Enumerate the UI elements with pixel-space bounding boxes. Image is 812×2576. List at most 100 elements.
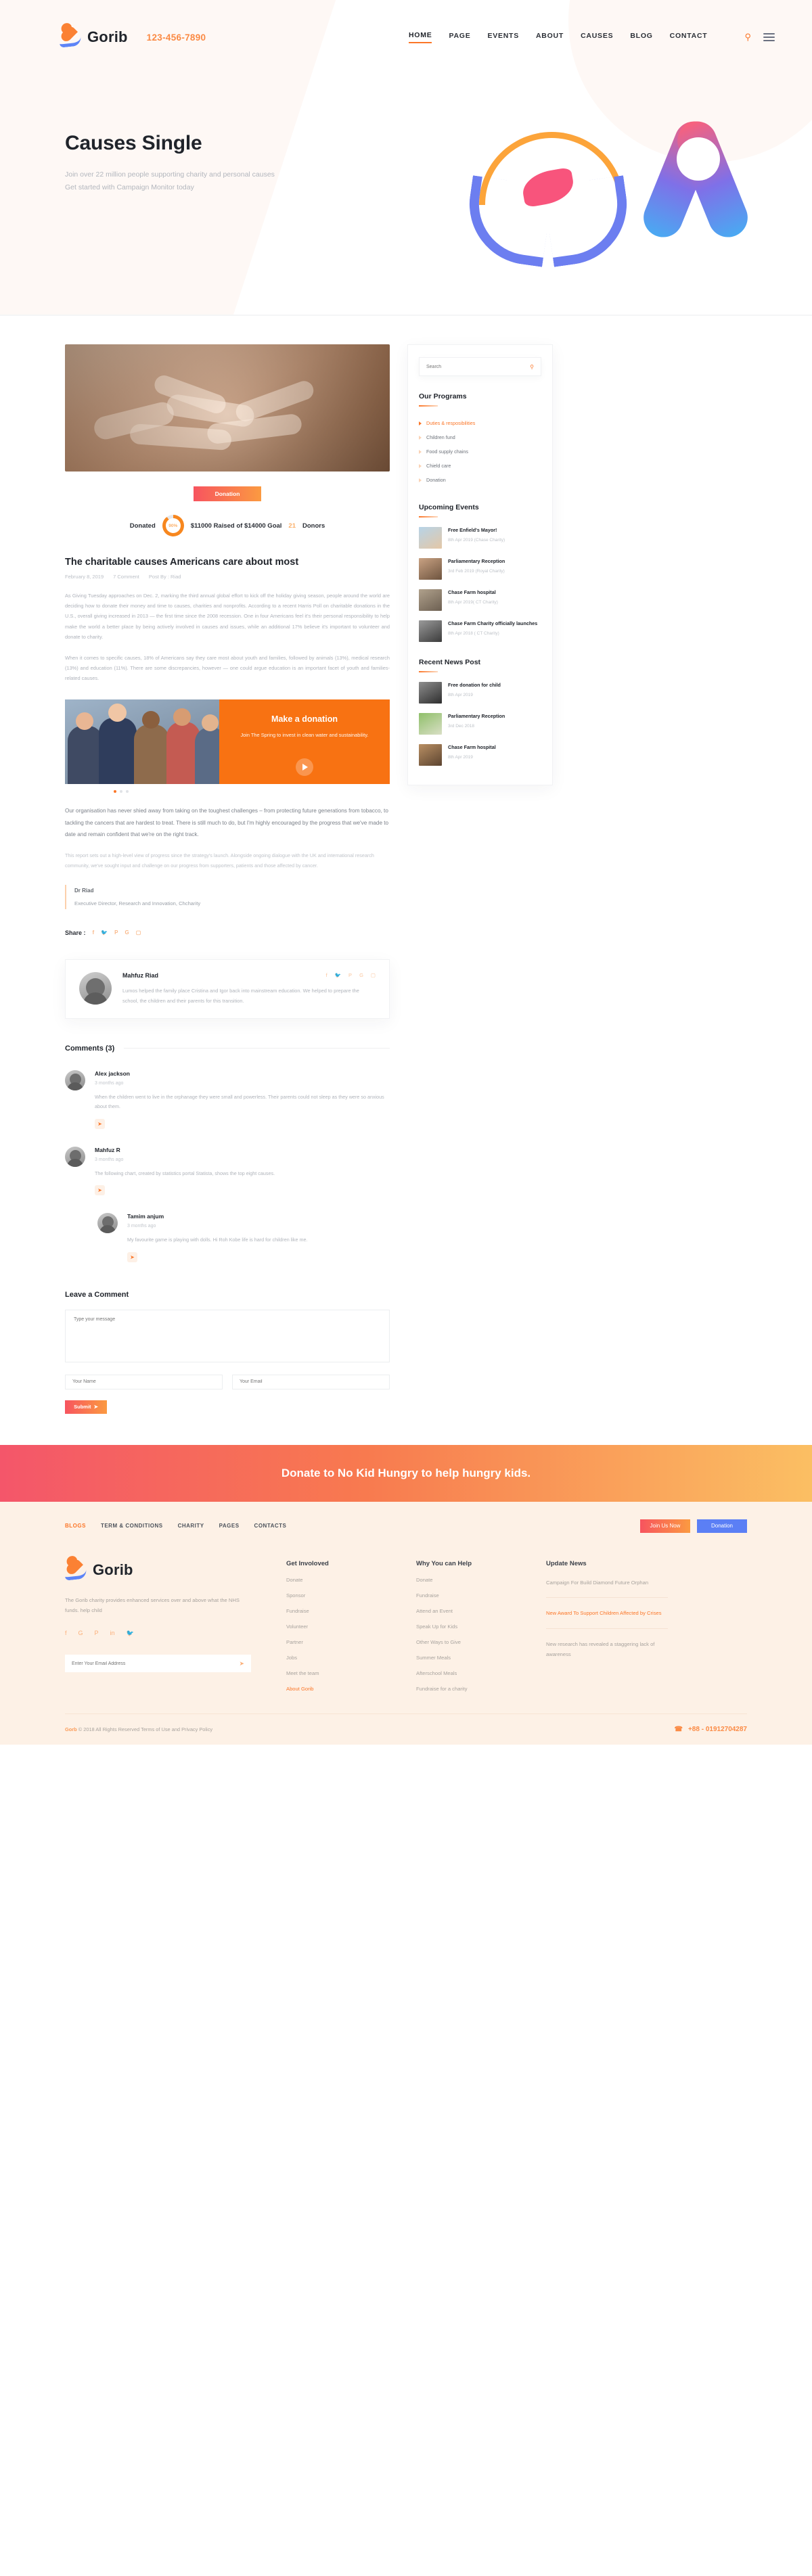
reply-icon[interactable]: ➤	[95, 1118, 105, 1129]
nav-item-events[interactable]: EVENTS	[487, 32, 519, 43]
twitter-icon[interactable]: 🐦	[101, 929, 108, 936]
footer-link-about-gorib[interactable]: About Gorib	[286, 1686, 381, 1692]
event-date: 3rd Feb 2019 (Royal Charity)	[448, 568, 505, 574]
nav-item-blog[interactable]: BLOG	[630, 32, 652, 43]
nav-item-page[interactable]: PAGE	[449, 32, 470, 43]
facebook-icon[interactable]: f	[65, 1630, 67, 1637]
footer-nav: BLOGS TERM & CONDITIONS CHARITY PAGES CO…	[65, 1523, 286, 1529]
program-item-donation[interactable]: Donation	[419, 473, 541, 487]
news-item[interactable]: Parliamentary Reception 3rd Dec 2018	[419, 713, 541, 735]
footer-link-meet-the-team[interactable]: Meet the team	[286, 1670, 381, 1676]
hands-dove-icon	[460, 132, 650, 274]
linkedin-icon[interactable]: in	[110, 1630, 115, 1637]
footer-link-summer-meals[interactable]: Summer Meals	[416, 1655, 511, 1661]
twitter-icon[interactable]: 🐦	[127, 1630, 134, 1637]
google-plus-icon[interactable]: G	[78, 1630, 83, 1637]
brand-logo[interactable]: Gorib	[59, 24, 128, 48]
footer-link-volunteer[interactable]: Volunteer	[286, 1624, 381, 1630]
footer-link-donate[interactable]: Donate	[286, 1577, 381, 1583]
event-title: Chase Farm hospital	[448, 589, 496, 595]
footer-link-attend-event[interactable]: Attend an Event	[416, 1608, 511, 1614]
programs-title: Our Programs	[419, 392, 467, 400]
pinterest-icon[interactable]: P	[114, 929, 118, 936]
event-item[interactable]: Chase Farm Charity officially launches 8t…	[419, 620, 541, 642]
slider-dots[interactable]	[65, 790, 390, 794]
caret-right-icon	[419, 449, 422, 454]
event-item[interactable]: Free Enfield's Mayor! 8th Apr 2019 (Chase…	[419, 527, 541, 549]
comment-message-input[interactable]	[65, 1309, 390, 1362]
nav-item-home[interactable]: HOME	[408, 31, 432, 43]
footer-link-speak-up[interactable]: Speak Up for Kids	[416, 1624, 511, 1630]
event-thumbnail	[419, 620, 442, 642]
footer-nav-terms[interactable]: TERM & CONDITIONS	[101, 1523, 163, 1529]
donation-promo-card: Make a donation Join The Spring to inves…	[65, 699, 390, 785]
phone-icon: ☎	[674, 1725, 683, 1733]
google-plus-icon[interactable]: G	[359, 972, 363, 978]
quote-author-role: Executive Director, Research and Innovat…	[74, 900, 201, 906]
post-paragraph-3: Our organisation has never shied away fr…	[65, 808, 389, 837]
submit-comment-button[interactable]: Submit ➤	[65, 1400, 107, 1414]
news-item[interactable]: Chase Farm hospital 8th Apr 2019	[419, 744, 541, 766]
news-title: Recent News Post	[419, 658, 481, 666]
event-item[interactable]: Chase Farm hospital 8th Apr 2019( CT Char…	[419, 589, 541, 611]
footer-link-donate-2[interactable]: Donate	[416, 1577, 511, 1583]
search-input[interactable]	[426, 364, 531, 369]
footer-link-fundraise[interactable]: Fundraise	[286, 1608, 381, 1614]
footer-logo[interactable]: Gorib	[64, 1557, 251, 1581]
facebook-icon[interactable]: f	[326, 972, 328, 978]
event-date: 8th Apr 2019 (Chase Charity)	[448, 537, 505, 543]
footer-nav-charity[interactable]: CHARITY	[178, 1523, 204, 1529]
comment-name-input[interactable]	[65, 1374, 223, 1389]
search-icon[interactable]: ⚲	[530, 364, 534, 370]
author-name: Mahfuz Riad	[122, 971, 158, 979]
reply-icon[interactable]: ➤	[127, 1251, 137, 1262]
footer-link-other-ways[interactable]: Other Ways to Give	[416, 1639, 511, 1645]
reply-icon[interactable]: ➤	[95, 1185, 105, 1196]
footer-link-fundraise-2[interactable]: Fundraise	[416, 1592, 511, 1598]
sidebar-search[interactable]: ⚲	[419, 357, 541, 376]
program-item-child-care[interactable]: Chield care	[419, 459, 541, 473]
comment-email-input[interactable]	[232, 1374, 390, 1389]
event-title: Chase Farm Charity officially launches	[448, 620, 538, 626]
facebook-icon[interactable]: f	[93, 929, 95, 936]
program-item-food-supply[interactable]: Food supply chains	[419, 444, 541, 459]
instagram-icon[interactable]: ▢	[371, 972, 376, 978]
news-item[interactable]: Free donation for child 8th Apr 2019	[419, 682, 541, 704]
instagram-icon[interactable]: ▢	[136, 929, 141, 936]
pinterest-icon[interactable]: P	[348, 972, 352, 978]
footer-link-sponsor[interactable]: Sponsor	[286, 1592, 381, 1598]
news-title-text: Free donation for child	[448, 682, 501, 688]
program-item-children-fund[interactable]: Children fund	[419, 430, 541, 444]
google-plus-icon[interactable]: G	[125, 929, 129, 936]
footer-donation-button[interactable]: Donation	[697, 1519, 747, 1533]
hamburger-menu-icon[interactable]	[763, 33, 775, 41]
footer-news-item[interactable]: New Award To Support Children Affected b…	[546, 1609, 668, 1619]
send-icon[interactable]: ➤	[239, 1660, 244, 1668]
footer-link-jobs[interactable]: Jobs	[286, 1655, 381, 1661]
footer-link-afterschool-meals[interactable]: Afterschool Meals	[416, 1670, 511, 1676]
footer-nav-blogs[interactable]: BLOGS	[65, 1523, 86, 1529]
newsletter-email-input[interactable]	[72, 1661, 240, 1666]
pinterest-icon[interactable]: P	[95, 1630, 99, 1637]
nav-item-contact[interactable]: CONTACT	[670, 32, 708, 43]
footer-nav-contacts[interactable]: CONTACTS	[254, 1523, 287, 1529]
play-icon[interactable]	[296, 758, 313, 777]
footer-col2-title: Why You can Help	[416, 1559, 472, 1567]
join-us-now-button[interactable]: Join Us Now	[640, 1519, 690, 1533]
footer-link-partner[interactable]: Partner	[286, 1639, 381, 1645]
footer-nav-pages[interactable]: PAGES	[219, 1523, 240, 1529]
nav-item-causes[interactable]: CAUSES	[581, 32, 613, 43]
footer-news-item[interactable]: New research has revealed a staggering l…	[546, 1640, 668, 1660]
event-item[interactable]: Parliamentary Reception 3rd Feb 2019 (Roy…	[419, 558, 541, 580]
footer-link-fundraise-charity[interactable]: Fundraise for a charity	[416, 1686, 511, 1692]
nav-item-about[interactable]: ABOUT	[536, 32, 564, 43]
post-paragraph-4: This report sets out a high-level view o…	[65, 852, 374, 869]
donation-button[interactable]: Donation	[194, 486, 261, 501]
footer-news-item[interactable]: Campaign For Build Diamond Future Orphan	[546, 1578, 668, 1588]
twitter-icon[interactable]: 🐦	[335, 972, 341, 978]
header-phone[interactable]: 123-456-7890	[147, 32, 206, 43]
newsletter-form[interactable]: ➤	[65, 1655, 251, 1673]
footer-phone[interactable]: ☎ +88 - 01912704287	[675, 1726, 748, 1733]
program-item-duties[interactable]: Duties & resposibilities	[419, 416, 541, 430]
search-icon[interactable]: ⚲	[744, 32, 751, 43]
